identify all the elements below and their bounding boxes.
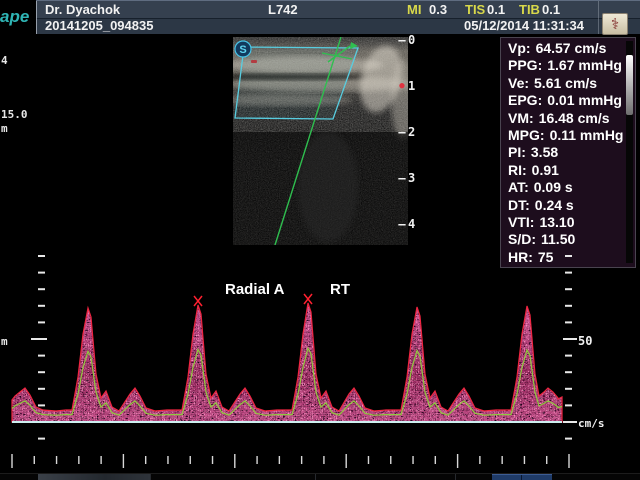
left-edge-label-1: 4 [1, 54, 8, 67]
filmstrip-divider [455, 474, 456, 480]
measurement-row: EPG: 0.01 mmHg [508, 92, 624, 109]
measurement-value: 13.10 [539, 214, 574, 230]
measurement-value: 16.48 cm/s [539, 110, 610, 126]
measurement-value: 0.01 mmHg [547, 92, 622, 108]
measurement-value: 3.58 [531, 144, 558, 160]
tis-label: TIS [465, 2, 485, 18]
brand-logo-zone: ape [0, 0, 36, 34]
probe-name: L742 [268, 2, 298, 18]
measurement-label: Vp: [508, 40, 531, 56]
tis-value: 0.1 [487, 2, 505, 18]
mi-value: 0.3 [429, 2, 447, 18]
measurement-label: Ve: [508, 75, 529, 91]
measurement-label: PPG: [508, 57, 542, 73]
cine-filmstrip[interactable] [0, 473, 640, 480]
depth-label: 2 [408, 125, 415, 139]
filmstrip-thumbnails[interactable] [38, 474, 150, 480]
filmstrip-divider [315, 474, 316, 480]
left-edge-label-2: 15.0 [1, 108, 28, 121]
depth-tick: – [398, 125, 406, 139]
measurement-label: RI: [508, 162, 527, 178]
bmode-image: S [233, 37, 408, 245]
panel-scrollbar-thumb[interactable] [626, 55, 633, 115]
depth-tick: – [398, 217, 406, 231]
measurement-value: 1.67 mmHg [547, 57, 622, 73]
depth-scale-row: – 3 [398, 170, 424, 186]
header-bar: Dr. Dyachok L742 MI 0.3 TIS 0.1 TIB 0.1 … [0, 0, 640, 34]
depth-scale-row: ● 1 [398, 78, 424, 94]
measurement-value: 0.91 [532, 162, 559, 178]
ultrasound-screen: Dr. Dyachok L742 MI 0.3 TIS 0.1 TIB 0.1 … [0, 0, 640, 480]
measurement-value: 11.50 [541, 231, 575, 247]
measurement-value: 0.09 s [534, 179, 573, 195]
orientation-logo-letter: S [239, 44, 246, 56]
measurement-panel: Vp: 64.57 cm/s PPG: 1.67 mmHg Ve: 5.61 cm/s… [500, 37, 636, 268]
physician-name: Dr. Dyachok [45, 2, 120, 18]
left-edge-label-3: m [1, 122, 8, 135]
tib-value: 0.1 [542, 2, 560, 18]
brand-logo: ape [0, 7, 29, 27]
measurement-label: S/D: [508, 231, 536, 247]
marker-dot [251, 60, 257, 63]
measurement-row: RI: 0.91 [508, 162, 624, 179]
measurement-value: 64.57 cm/s [536, 40, 607, 56]
depth-tick: ● [398, 81, 406, 91]
measurement-value: 0.11 mmHg [550, 127, 624, 143]
measurement-row: PI: 3.58 [508, 144, 624, 161]
measurement-row: AT: 0.09 s [508, 179, 624, 196]
depth-tick: – [398, 33, 406, 47]
measurement-label: PI: [508, 144, 526, 160]
measurement-row: S/D: 11.50 [508, 231, 624, 248]
measurement-row: DT: 0.24 s [508, 197, 624, 214]
mi-label: MI [407, 2, 421, 18]
header-separator-right [598, 1, 599, 34]
measurement-row: MPG: 0.11 mmHg [508, 127, 624, 144]
depth-scale: – 0 ● 1 – 2 – 3 – 4 [398, 32, 424, 272]
measurement-label: AT: [508, 179, 529, 195]
measurement-row: Ve: 5.61 cm/s [508, 75, 624, 92]
exam-datetime: 05/12/2014 11:31:34 [464, 18, 584, 34]
depth-label: 3 [408, 171, 415, 185]
depth-label: 0 [408, 33, 415, 47]
caliper-marker[interactable] [194, 296, 202, 306]
measurement-label: MPG: [508, 127, 545, 143]
header-separator [36, 1, 37, 34]
depth-label: 1 [408, 79, 415, 93]
depth-label: 4 [408, 217, 415, 231]
measurement-list: Vp: 64.57 cm/s PPG: 1.67 mmHg Ve: 5.61 cm/s… [508, 40, 624, 266]
measurement-value: 0.24 s [535, 197, 574, 213]
clinic-emblem-icon[interactable]: ⚕ [602, 13, 628, 35]
measurement-label: EPG: [508, 92, 542, 108]
depth-tick: – [398, 171, 406, 185]
measurement-row: VTI: 13.10 [508, 214, 624, 231]
depth-scale-row: – 0 [398, 32, 424, 48]
measurement-label: DT: [508, 197, 530, 213]
filmstrip-active-segment[interactable] [492, 474, 552, 480]
measurement-label: VM: [508, 110, 534, 126]
measurement-value: 5.61 cm/s [534, 75, 597, 91]
measurement-label: VTI: [508, 214, 534, 230]
measurement-row: PPG: 1.67 mmHg [508, 57, 624, 74]
filmstrip-divider [150, 474, 151, 480]
measurement-row: VM: 16.48 cm/s [508, 110, 624, 127]
depth-scale-row: – 2 [398, 124, 424, 140]
depth-scale-row: – 4 [398, 216, 424, 232]
tib-label: TIB [519, 2, 540, 18]
exam-id: 20141205_094835 [45, 18, 153, 34]
caliper-marker[interactable] [304, 294, 312, 304]
spectral-display [0, 250, 640, 472]
measurement-row: Vp: 64.57 cm/s [508, 40, 624, 57]
